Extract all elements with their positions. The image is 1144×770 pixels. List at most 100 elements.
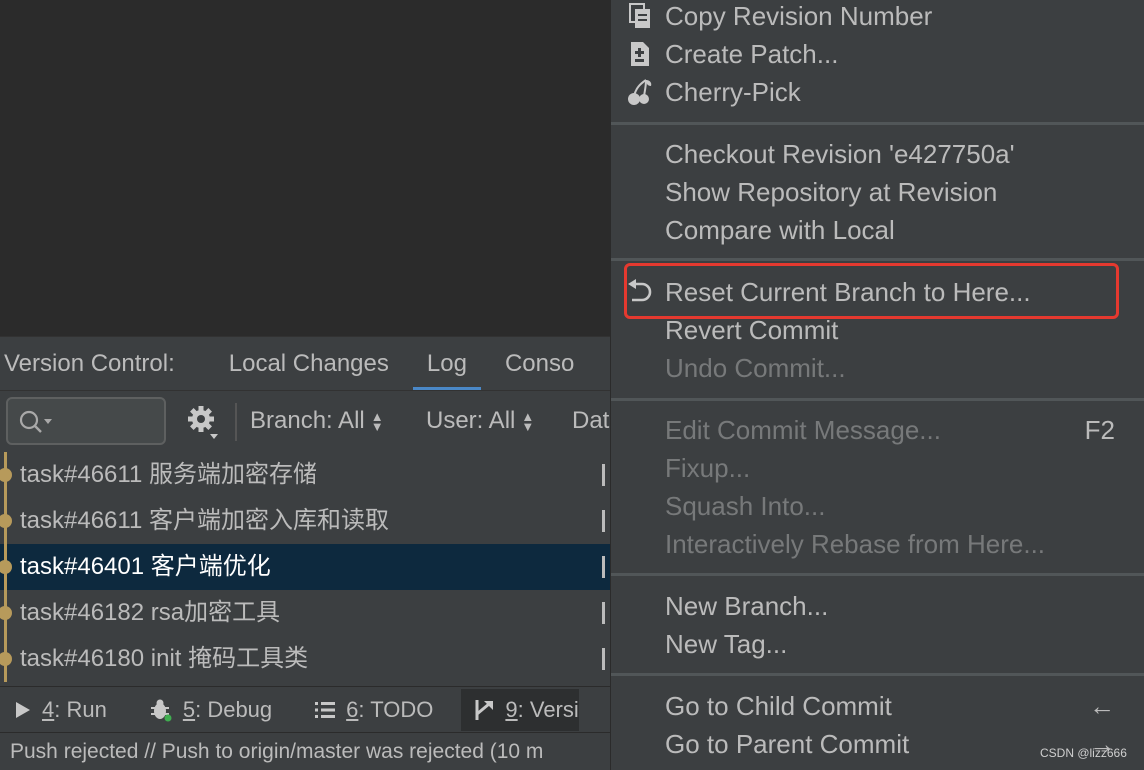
menu-item-new-branch[interactable]: New Branch... — [611, 587, 1144, 625]
menu-item-label: Checkout Revision 'e427750a' — [665, 139, 1015, 169]
version-control-label: Version Control: — [4, 349, 175, 377]
table-row-selected[interactable]: task#46401 客户端优化 — [0, 544, 610, 590]
menu-item-cherry-pick[interactable]: Cherry-Pick — [611, 73, 1144, 111]
context-menu: Copy Revision Number Create Patch... Che… — [610, 0, 1144, 770]
menu-item-label: Fixup... — [665, 453, 751, 483]
column-edge — [602, 464, 605, 486]
list-icon — [314, 700, 336, 720]
column-edge — [602, 510, 605, 532]
todo-tool-button[interactable]: 6: TODO — [314, 697, 433, 723]
log-toolbar: Branch: All ▲ ▼ User: All ▲ ▼ Dat — [0, 390, 610, 452]
todo-tool-label: : TODO — [358, 696, 434, 722]
sort-arrows-icon: ▲ ▼ — [370, 408, 384, 434]
column-edge — [602, 602, 605, 624]
patch-icon — [625, 35, 655, 73]
commit-message: task#46611 客户端加密入库和读取 — [20, 507, 389, 534]
branch-filter-label: Branch: All — [250, 407, 365, 434]
menu-item-undo-commit[interactable]: Undo Commit... — [611, 349, 1144, 387]
run-tool-number: 4 — [42, 696, 55, 722]
debug-tool-button[interactable]: 5: Debug — [149, 697, 272, 723]
search-input[interactable] — [6, 397, 166, 445]
menu-item-squash-into[interactable]: Squash Into... — [611, 487, 1144, 525]
commit-message: task#46182 rsa加密工具 — [20, 599, 281, 626]
user-filter-label: User: All — [426, 407, 516, 434]
menu-item-edit-commit-message[interactable]: Edit Commit Message... F2 — [611, 411, 1144, 449]
date-filter[interactable]: Dat — [572, 407, 609, 435]
menu-item-label: Squash Into... — [665, 491, 826, 521]
copy-icon — [625, 0, 655, 35]
branch-filter[interactable]: Branch: All ▲ ▼ — [250, 407, 384, 435]
sort-arrows-icon: ▲ ▼ — [521, 408, 535, 434]
menu-item-label: Copy Revision Number — [665, 1, 933, 31]
play-icon — [14, 700, 32, 720]
table-row[interactable]: task#46180 init 掩码工具类 — [0, 636, 610, 682]
menu-item-label: Go to Parent Commit — [665, 729, 910, 759]
menu-separator — [611, 573, 1144, 576]
graph-node — [0, 606, 12, 620]
menu-item-create-patch[interactable]: Create Patch... — [611, 35, 1144, 73]
tab-log[interactable]: Log — [412, 337, 481, 390]
graph-node — [0, 468, 12, 482]
status-bar: Push rejected // Push to origin/master w… — [0, 732, 610, 770]
menu-item-label: New Branch... — [665, 591, 829, 621]
menu-item-label: Create Patch... — [665, 39, 839, 69]
commit-message: task#46611 服务端加密存储 — [20, 461, 317, 488]
menu-item-label: New Tag... — [665, 629, 788, 659]
menu-separator — [611, 122, 1144, 125]
shortcut-label: F2 — [1084, 415, 1115, 445]
graph-node — [0, 514, 12, 528]
menu-item-checkout-revision[interactable]: Checkout Revision 'e427750a' — [611, 135, 1144, 173]
menu-item-compare-local[interactable]: Compare with Local — [611, 211, 1144, 249]
graph-node — [0, 560, 12, 574]
vcs-tool-number: 9 — [505, 696, 518, 722]
menu-item-show-repository[interactable]: Show Repository at Revision — [611, 173, 1144, 211]
menu-item-interactive-rebase[interactable]: Interactively Rebase from Here... — [611, 525, 1144, 563]
menu-item-label: Undo Commit... — [665, 353, 846, 383]
graph-node — [0, 652, 12, 666]
table-row[interactable]: task#46611 客户端加密入库和读取 — [0, 498, 610, 544]
tool-window-bar: 4: Run 5: Debug 6: TODO 9: Versi — [0, 686, 610, 732]
menu-separator — [611, 258, 1144, 261]
watermark: CSDN @lizz666 — [1040, 746, 1127, 760]
version-control-tool-button[interactable]: 9: Versi — [461, 688, 579, 731]
tab-local-changes[interactable]: Local Changes — [215, 337, 403, 390]
menu-item-go-to-child[interactable]: Go to Child Commit ← — [611, 687, 1144, 725]
user-filter[interactable]: User: All ▲ ▼ — [426, 407, 534, 435]
menu-item-revert-commit[interactable]: Revert Commit — [611, 311, 1144, 349]
menu-separator — [611, 398, 1144, 401]
menu-item-fixup[interactable]: Fixup... — [611, 449, 1144, 487]
menu-item-label: Cherry-Pick — [665, 77, 801, 107]
debug-tool-label: : Debug — [195, 696, 273, 722]
vcs-tool-label: : Versi — [517, 696, 579, 722]
menu-item-label: Interactively Rebase from Here... — [665, 529, 1046, 559]
cherry-icon — [625, 73, 655, 111]
menu-item-label: Compare with Local — [665, 215, 895, 245]
bug-icon — [149, 698, 173, 722]
version-control-tabs: Version Control: Local Changes Log Conso — [0, 336, 610, 390]
column-edge — [602, 556, 605, 578]
table-row[interactable]: task#46182 rsa加密工具 — [0, 590, 610, 636]
menu-separator — [611, 673, 1144, 676]
menu-item-label: Edit Commit Message... — [665, 415, 941, 445]
gear-icon[interactable] — [186, 404, 220, 440]
commit-list: task#46611 服务端加密存储 task#46611 客户端加密入库和读取… — [0, 452, 610, 686]
commit-message: task#46180 init 掩码工具类 — [20, 645, 309, 672]
menu-item-copy-revision[interactable]: Copy Revision Number — [611, 0, 1144, 35]
table-row[interactable]: task#46611 服务端加密存储 — [0, 452, 610, 498]
debug-tool-number: 5 — [182, 696, 196, 722]
menu-item-new-tag[interactable]: New Tag... — [611, 625, 1144, 663]
run-tool-button[interactable]: 4: Run — [14, 697, 107, 723]
menu-item-label: Show Repository at Revision — [665, 177, 998, 207]
search-icon — [19, 410, 52, 433]
tab-console[interactable]: Conso — [491, 337, 588, 390]
left-arrow-icon: ← — [1089, 691, 1115, 721]
toolbar-separator — [235, 403, 237, 441]
run-tool-label: : Run — [54, 696, 107, 722]
column-edge — [602, 648, 605, 670]
menu-item-label: Go to Child Commit — [665, 691, 892, 721]
status-message: Push rejected // Push to origin/master w… — [10, 740, 544, 763]
commit-message: task#46401 客户端优化 — [20, 553, 271, 580]
vcs-branch-icon — [473, 698, 495, 722]
todo-tool-number: 6 — [346, 696, 359, 722]
menu-item-label: Revert Commit — [665, 315, 839, 345]
